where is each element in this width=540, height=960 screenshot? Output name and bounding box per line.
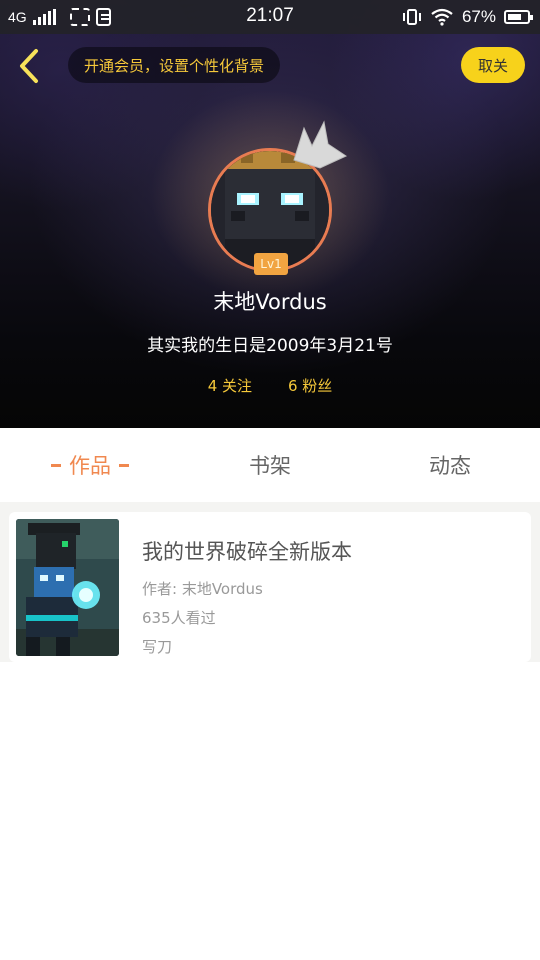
active-tab-indicator-right <box>119 463 129 467</box>
battery-level: 67% <box>461 7 496 26</box>
work-author: 作者: 末地Vordus <box>142 580 263 598</box>
crown-icon <box>293 120 348 169</box>
status-right: 67% <box>402 0 533 34</box>
level-badge: Lv1 <box>254 253 288 275</box>
profile-tabs: 作品 书架 动态 <box>0 428 540 502</box>
work-title: 我的世界破碎全新版本 <box>142 540 352 564</box>
book-cover <box>16 519 119 656</box>
tab-activity-label: 动态 <box>429 454 471 478</box>
battery-icon <box>504 10 533 24</box>
status-bar: 4G 21:07 67% <box>0 0 540 34</box>
work-tag: 写刀 <box>142 638 173 656</box>
work-views: 635人看过 <box>142 609 216 627</box>
back-arrow-icon[interactable] <box>12 46 48 86</box>
vip-background-prompt[interactable]: 开通会员，设置个性化背景 <box>68 47 281 83</box>
tab-activity[interactable]: 动态 <box>360 428 540 502</box>
profile-header: 4G 21:07 67% 开通会员，设置个性化背景 取关 Lv1 末地Vordu… <box>0 0 540 428</box>
active-tab-indicator-left <box>51 463 61 467</box>
tab-works[interactable]: 作品 <box>0 428 180 502</box>
followers-count[interactable]: 6 粉丝 <box>288 375 332 396</box>
vibrate-icon <box>402 9 421 25</box>
works-list: 我的世界破碎全新版本 作者: 末地Vordus 635人看过 写刀 <box>0 502 540 960</box>
tab-bookshelf-label: 书架 <box>249 454 291 478</box>
list-item[interactable]: 我的世界破碎全新版本 作者: 末地Vordus 635人看过 写刀 <box>9 512 531 662</box>
tab-bookshelf[interactable]: 书架 <box>180 428 360 502</box>
follow-stats: 4 关注 6 粉丝 <box>0 375 540 396</box>
tab-works-label: 作品 <box>69 454 111 478</box>
vip-prompt-text: 开通会员，设置个性化背景 <box>84 56 265 75</box>
following-count[interactable]: 4 关注 <box>208 375 252 396</box>
user-nickname: 末地Vordus <box>213 290 327 314</box>
wifi-icon <box>431 8 453 26</box>
user-bio: 其实我的生日是2009年3月21号 <box>147 336 393 356</box>
unfollow-button[interactable]: 取关 <box>461 47 525 83</box>
